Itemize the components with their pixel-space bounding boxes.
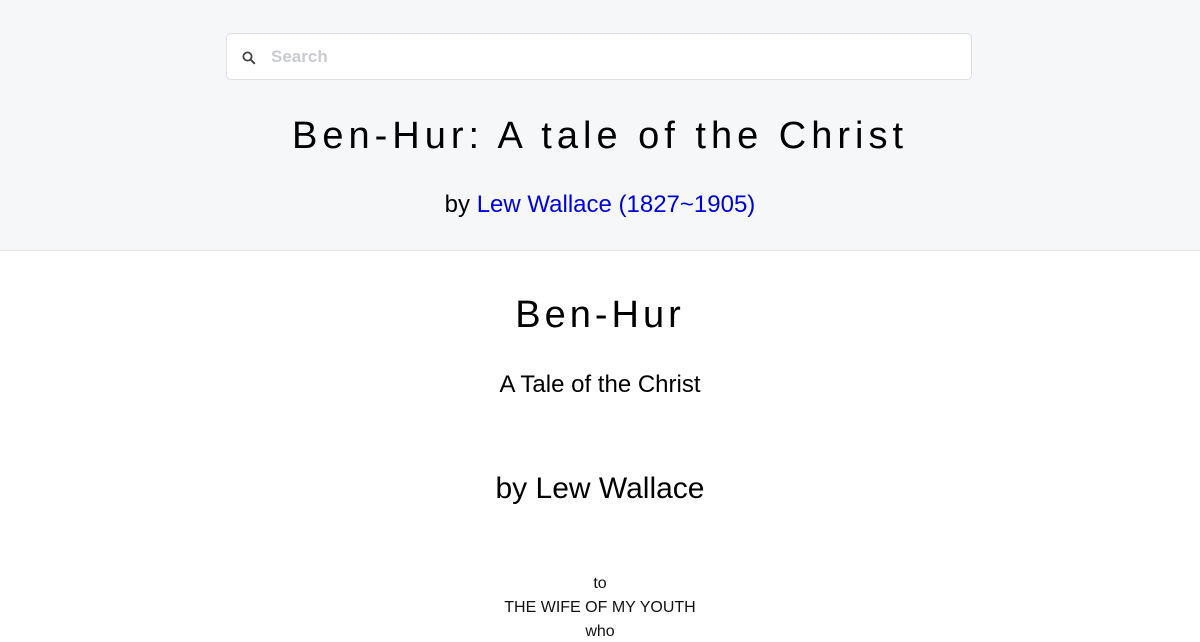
dedication-line-3: who [585,623,615,640]
dedication-line-1: to [593,575,607,592]
content-title: Ben-Hur [515,294,685,336]
dedication-line-2: THE WIFE OF MY YOUTH [504,599,696,616]
page-header: Ben-Hur: A tale of the Christ by Lew Wal… [0,0,1200,251]
search-input[interactable] [271,34,961,79]
byline-prefix: by [444,191,477,218]
byline: by Lew Wallace (1827~1905) [0,190,1200,220]
book-title: Ben-Hur: A tale of the Christ [291,115,908,157]
content-subtitle: A Tale of the Christ [499,371,701,398]
search-bar[interactable] [226,33,972,80]
author-link[interactable]: Lew Wallace (1827~1905) [477,191,756,218]
search-icon[interactable] [240,49,258,67]
content-author: by Lew Wallace [495,472,705,505]
